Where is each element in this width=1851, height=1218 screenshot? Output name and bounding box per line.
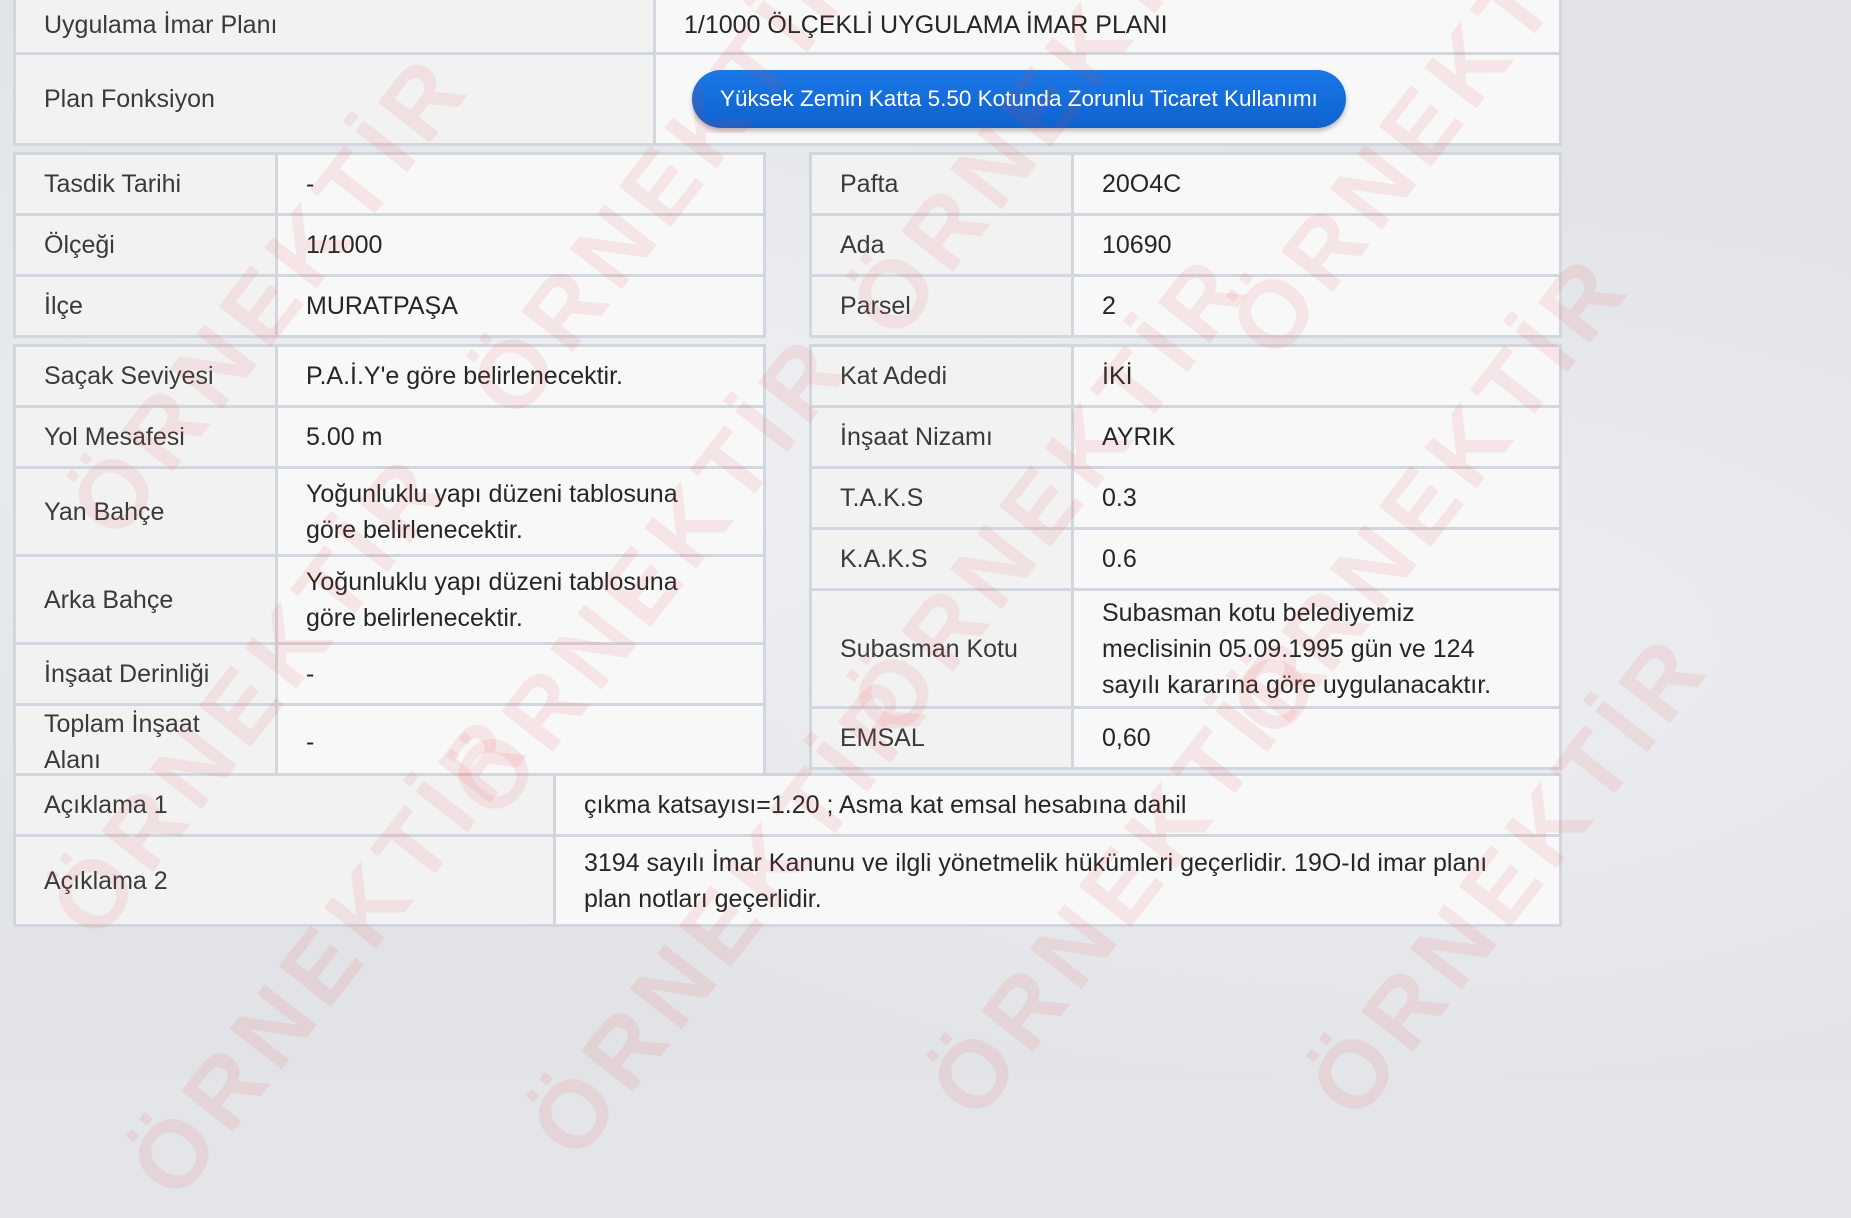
details-right-table: Kat Adedi İKİ İnşaat Nizamı AYRIK T.A.K.… bbox=[809, 344, 1562, 770]
table-row: Subasman Kotu Subasman kotu belediyemiz … bbox=[809, 588, 1562, 709]
detail-value: 0.6 bbox=[1071, 527, 1562, 591]
details-left-table: Saçak Seviyesi P.A.İ.Y'e göre belirlenec… bbox=[13, 344, 766, 781]
table-row: Ölçeği 1/1000 bbox=[13, 213, 766, 277]
detail-label: K.A.K.S bbox=[809, 527, 1074, 591]
detail-label: Yol Mesafesi bbox=[13, 405, 278, 469]
table-row: Yan Bahçe Yoğunluklu yapı düzeni tablosu… bbox=[13, 466, 766, 557]
table-row: Yol Mesafesi 5.00 m bbox=[13, 405, 766, 469]
plan-label: Uygulama İmar Planı bbox=[13, 0, 656, 55]
plan-table: Uygulama İmar Planı 1/1000 ÖLÇEKLİ UYGUL… bbox=[13, 0, 1562, 146]
table-row: EMSAL 0,60 bbox=[809, 706, 1562, 770]
detail-value: Yoğunluklu yapı düzeni tablosuna göre be… bbox=[275, 554, 766, 645]
detail-label: İnşaat Nizamı bbox=[809, 405, 1074, 469]
detail-label: T.A.K.S bbox=[809, 466, 1074, 530]
table-row: Saçak Seviyesi P.A.İ.Y'e göre belirlenec… bbox=[13, 344, 766, 408]
info-label: Tasdik Tarihi bbox=[13, 152, 278, 216]
detail-label: Toplam İnşaat Alanı bbox=[13, 703, 278, 781]
detail-value: P.A.İ.Y'e göre belirlenecektir. bbox=[275, 344, 766, 408]
table-row: Kat Adedi İKİ bbox=[809, 344, 1562, 408]
table-row: İnşaat Nizamı AYRIK bbox=[809, 405, 1562, 469]
detail-label: Arka Bahçe bbox=[13, 554, 278, 645]
detail-value: AYRIK bbox=[1071, 405, 1562, 469]
info-value: 20O4C bbox=[1071, 152, 1562, 216]
table-row: Parsel 2 bbox=[809, 274, 1562, 338]
detail-value: - bbox=[275, 642, 766, 706]
info-value: - bbox=[275, 152, 766, 216]
table-row: İnşaat Derinliği - bbox=[13, 642, 766, 706]
info-label: Ada bbox=[809, 213, 1074, 277]
function-pill-button[interactable]: Yüksek Zemin Katta 5.50 Kotunda Zorunlu … bbox=[692, 70, 1346, 128]
note-label: Açıklama 2 bbox=[13, 834, 556, 927]
table-row: İlçe MURATPAŞA bbox=[13, 274, 766, 338]
plan-value: 1/1000 ÖLÇEKLİ UYGULAMA İMAR PLANI bbox=[653, 0, 1562, 55]
table-row: Pafta 20O4C bbox=[809, 152, 1562, 216]
info-value: 10690 bbox=[1071, 213, 1562, 277]
function-label: Plan Fonksiyon bbox=[13, 52, 656, 146]
note-value: çıkma katsayısı=1.20 ; Asma kat emsal he… bbox=[553, 773, 1562, 837]
info-value: MURATPAŞA bbox=[275, 274, 766, 338]
detail-value: Yoğunluklu yapı düzeni tablosuna göre be… bbox=[275, 466, 766, 557]
info-value: 2 bbox=[1071, 274, 1562, 338]
note-value: 3194 sayılı İmar Kanunu ve ilgli yönetme… bbox=[553, 834, 1562, 927]
notes-table: Açıklama 1 çıkma katsayısı=1.20 ; Asma k… bbox=[13, 773, 1562, 927]
note-label: Açıklama 1 bbox=[13, 773, 556, 837]
table-row: Tasdik Tarihi - bbox=[13, 152, 766, 216]
table-row: T.A.K.S 0.3 bbox=[809, 466, 1562, 530]
info-label: Pafta bbox=[809, 152, 1074, 216]
table-row: Toplam İnşaat Alanı - bbox=[13, 703, 766, 781]
info-label: Parsel bbox=[809, 274, 1074, 338]
table-row: Uygulama İmar Planı 1/1000 ÖLÇEKLİ UYGUL… bbox=[13, 0, 1562, 55]
info-value: 1/1000 bbox=[275, 213, 766, 277]
info-left-table: Tasdik Tarihi - Ölçeği 1/1000 İlçe MURAT… bbox=[13, 152, 766, 338]
detail-value: - bbox=[275, 703, 766, 781]
detail-value: 0.3 bbox=[1071, 466, 1562, 530]
detail-value: 0,60 bbox=[1071, 706, 1562, 770]
table-row: Ada 10690 bbox=[809, 213, 1562, 277]
detail-value: 5.00 m bbox=[275, 405, 766, 469]
info-right-table: Pafta 20O4C Ada 10690 Parsel 2 bbox=[809, 152, 1562, 338]
detail-value: Subasman kotu belediyemiz meclisinin 05.… bbox=[1071, 588, 1562, 709]
info-label: İlçe bbox=[13, 274, 278, 338]
function-cell: Yüksek Zemin Katta 5.50 Kotunda Zorunlu … bbox=[653, 52, 1562, 146]
table-row: Açıklama 1 çıkma katsayısı=1.20 ; Asma k… bbox=[13, 773, 1562, 837]
detail-label: Saçak Seviyesi bbox=[13, 344, 278, 408]
table-row: K.A.K.S 0.6 bbox=[809, 527, 1562, 591]
detail-label: Kat Adedi bbox=[809, 344, 1074, 408]
detail-label: EMSAL bbox=[809, 706, 1074, 770]
table-row: Arka Bahçe Yoğunluklu yapı düzeni tablos… bbox=[13, 554, 766, 645]
detail-label: İnşaat Derinliği bbox=[13, 642, 278, 706]
detail-label: Yan Bahçe bbox=[13, 466, 278, 557]
info-label: Ölçeği bbox=[13, 213, 278, 277]
table-row: Plan Fonksiyon Yüksek Zemin Katta 5.50 K… bbox=[13, 52, 1562, 146]
detail-value: İKİ bbox=[1071, 344, 1562, 408]
detail-label: Subasman Kotu bbox=[809, 588, 1074, 709]
table-row: Açıklama 2 3194 sayılı İmar Kanunu ve il… bbox=[13, 834, 1562, 927]
